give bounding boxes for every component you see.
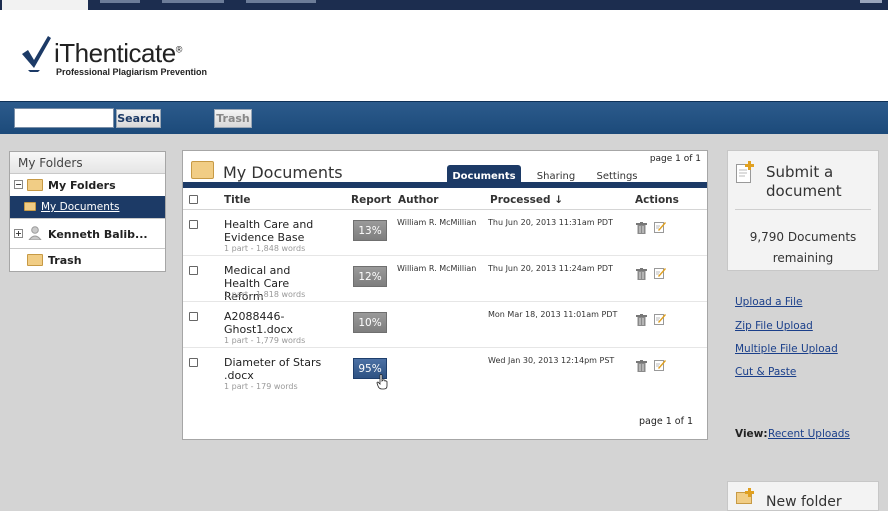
document-meta: 1 part - 1,779 words [224,336,306,345]
edit-icon[interactable] [654,313,666,325]
select-all-checkbox[interactable] [189,195,198,204]
trash-icon[interactable] [636,360,647,372]
document-meta: 1 part - 1,818 words [224,290,306,299]
tab-settings[interactable] [100,0,140,3]
collapse-icon[interactable]: − [14,180,23,189]
trash-icon[interactable] [636,268,647,280]
hand-cursor-icon [376,374,388,390]
brand-name: iThenticate® [54,38,182,68]
tab-sharing[interactable]: Sharing [529,165,583,188]
recent-uploads-link[interactable]: Recent Uploads [768,428,850,440]
trash-icon[interactable] [636,314,647,326]
search-bar: Search Trash [0,101,888,134]
table-row: Diameter of Stars .docx 1 part - 179 wor… [183,348,707,394]
upload-file-link[interactable]: Upload a File [735,296,802,308]
header: iThenticate® Professional Plagiarism Pre… [0,10,888,101]
folder-icon [191,161,214,179]
edit-icon[interactable] [654,267,666,279]
row-checkbox[interactable] [189,266,198,275]
folder-label: My Folders [48,179,116,192]
multiple-upload-link[interactable]: Multiple File Upload [735,343,838,355]
user-icon [28,226,42,240]
divider [735,209,871,210]
folder-label: Kenneth Balib... [48,228,148,241]
documents-remaining: 9,790 Documents remaining [749,230,857,265]
document-title-link[interactable]: Health Care and Evidence Base [224,218,329,244]
tab-manage-users[interactable] [246,0,316,3]
document-author: William R. McMillian [397,218,477,227]
search-input[interactable] [14,108,114,128]
documents-title: My Documents [223,163,343,182]
document-meta: 1 part - 1,848 words [224,244,306,253]
folder-label: My Documents [41,201,120,213]
column-actions: Actions [635,194,679,206]
folders-panel: My Folders − My Folders My Documents + K… [9,151,166,272]
column-author[interactable]: Author [398,194,439,206]
row-checkbox[interactable] [189,312,198,321]
documents-panel: My Documents page 1 of 1 Documents Shari… [182,150,708,440]
table-row: A2088446-Ghost1.docx 1 part - 1,779 word… [183,302,707,348]
table-header: Title Report Author Processed ↓ Actions [183,188,707,210]
column-processed[interactable]: Processed ↓ [490,194,563,206]
trash-button[interactable]: Trash [214,109,252,128]
tab-settings[interactable]: Settings [589,165,645,188]
report-score-button[interactable]: 12% [353,266,387,287]
document-title-link[interactable]: A2088446-Ghost1.docx [224,310,329,336]
view-label: View: [735,428,768,440]
tab-folders[interactable] [2,0,88,10]
folder-label: Trash [48,254,82,267]
document-processed-date: Wed Jan 30, 2013 12:14pm PST [488,356,615,365]
open-folder-icon [24,202,36,211]
page-info-bottom: page 1 of 1 [638,416,693,427]
folder-user-kenneth[interactable]: + Kenneth Balib... [10,218,165,248]
folders-panel-title: My Folders [10,152,165,174]
page-info-top: page 1 of 1 [649,154,701,164]
report-score-button[interactable]: 13% [353,220,387,241]
edit-icon[interactable] [654,359,666,371]
document-processed-date: Thu Jun 20, 2013 11:24am PDT [488,264,613,273]
brand-tagline: Professional Plagiarism Prevention [56,67,208,77]
new-folder-panel: New folder [727,481,879,511]
edit-icon[interactable] [654,221,666,233]
documents-header: My Documents page 1 of 1 Documents Shari… [183,151,707,188]
window-control[interactable] [860,0,882,3]
folder-tree-root[interactable]: − My Folders [10,174,165,196]
folder-icon [27,179,43,191]
expand-icon[interactable]: + [14,229,23,238]
tab-documents[interactable]: Documents [447,165,521,188]
table-row: Health Care and Evidence Base 1 part - 1… [183,210,707,256]
new-folder-title[interactable]: New folder [766,494,842,510]
column-report[interactable]: Report [351,194,391,206]
document-meta: 1 part - 179 words [224,382,298,391]
report-score-button[interactable]: 10% [353,312,387,333]
row-checkbox[interactable] [189,358,198,367]
table-row: Medical and Health Care Reform 1 part - … [183,256,707,303]
folder-trash[interactable]: Trash [10,248,165,270]
document-title-link[interactable]: Diameter of Stars .docx [224,356,329,382]
document-author: William R. McMillian [397,264,477,273]
checkmark-logo-icon [22,36,51,72]
document-processed-date: Mon Mar 18, 2013 11:01am PDT [488,310,618,319]
trash-icon[interactable] [636,222,647,234]
document-processed-date: Thu Jun 20, 2013 11:31am PDT [488,218,613,227]
search-button[interactable]: Search [116,109,161,128]
folder-icon [27,254,43,266]
folder-my-documents[interactable]: My Documents [10,196,165,218]
column-title[interactable]: Title [224,194,251,206]
folder-add-icon [736,488,754,504]
row-checkbox[interactable] [189,220,198,229]
cut-paste-link[interactable]: Cut & Paste [735,366,796,378]
submit-document-title[interactable]: Submit a document [766,163,842,201]
top-nav [0,0,888,10]
document-add-icon [736,161,754,183]
tab-account-info[interactable] [162,0,224,3]
zip-upload-link[interactable]: Zip File Upload [735,320,813,332]
submit-document-panel: Submit a document 9,790 Documents remain… [727,150,879,271]
